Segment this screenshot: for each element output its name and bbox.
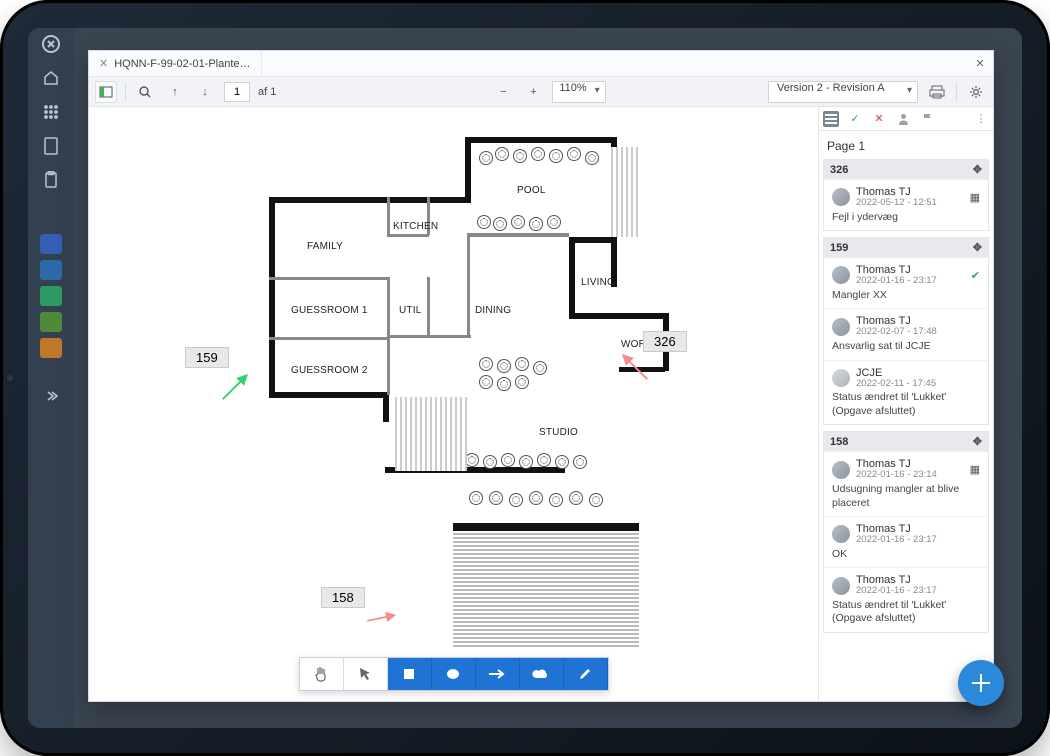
room-guest1: GUESSROOM 1 [291,305,368,316]
rail-module-5[interactable] [40,338,62,358]
tablet-frame: ✕ HQNN-F-99-02-01-Plante… ✕ ↑ ↓ af 1 − +… [0,0,1050,756]
tab-title: HQNN-F-99-02-01-Plante… [114,58,250,70]
calendar-icon: ▦ [970,191,980,204]
arrow-red2-icon [365,601,399,635]
window-close-icon[interactable]: ✕ [967,51,993,76]
room-pool: POOL [517,185,546,196]
rail-expand-icon[interactable] [41,386,61,406]
room-util: UTIL [399,305,421,316]
room-dining: DINING [475,305,511,316]
rail-module-4[interactable] [40,312,62,332]
avatar [832,188,850,206]
avatar [832,461,850,479]
page-down-icon[interactable]: ↓ [194,81,216,103]
filter-rejected-icon[interactable]: ✕ [871,111,887,127]
annotation-158[interactable]: 158✥ Thomas TJ2022-01-16 - 23:14▦ Udsugn… [823,431,989,633]
tool-rectangle[interactable] [388,658,432,690]
avatar [832,318,850,336]
move-icon[interactable]: ✥ [973,241,982,254]
drawing-canvas[interactable]: FAMILY KITCHEN POOL GUESSROOM 1 GUESSROO… [89,107,818,701]
room-guest2: GUESSROOM 2 [291,365,368,376]
room-kitchen: KITCHEN [393,221,438,232]
tab-bar: ✕ HQNN-F-99-02-01-Plante… ✕ [89,51,993,77]
annotation-tool-dock [299,657,609,691]
arrow-red-icon [617,349,651,383]
arrow-green-icon [219,369,253,403]
marker-158[interactable]: 158 [321,587,365,608]
annotation-159[interactable]: 159✥ Thomas TJ2022-01-16 - 23:17✔ Mangle… [823,237,989,425]
panel-menu-icon[interactable]: ⋮ [973,111,989,127]
sidebar-toggle-button[interactable] [95,81,117,103]
filter-done-icon[interactable]: ✓ [847,111,863,127]
avatar [832,266,850,284]
tablet-screen: ✕ HQNN-F-99-02-01-Plante… ✕ ↑ ↓ af 1 − +… [28,28,1022,728]
rail-logo-icon[interactable] [41,34,61,54]
tool-pan[interactable] [300,658,344,690]
version-select[interactable]: Version 2 - Revision A [768,81,918,103]
tool-ellipse[interactable] [432,658,476,690]
tool-arrow[interactable] [476,658,520,690]
tool-select[interactable] [344,658,388,690]
annotation-326[interactable]: 326✥ Thomas TJ2022-05-12 - 12:51▦ Fejl i… [823,159,989,231]
filter-flag-icon[interactable] [919,111,935,127]
rail-module-1[interactable] [40,234,62,254]
page-of-label: af 1 [258,86,276,98]
fab-add-button[interactable] [958,660,1004,706]
page-number-input[interactable] [224,82,250,102]
tool-cloud[interactable] [520,658,564,690]
search-icon[interactable] [134,81,156,103]
rail-clipboard-icon[interactable] [41,170,61,190]
tab-close-icon[interactable]: ✕ [99,57,108,70]
page-heading: Page 1 [821,135,991,159]
rail-home-icon[interactable] [41,68,61,88]
calendar-icon: ▦ [970,463,980,476]
document-window: ✕ HQNN-F-99-02-01-Plante… ✕ ↑ ↓ af 1 − +… [88,50,994,702]
rail-grid-icon[interactable] [41,102,61,122]
room-studio: STUDIO [539,427,578,438]
filter-user-icon[interactable] [895,111,911,127]
avatar [832,525,850,543]
marker-159[interactable]: 159 [185,347,229,368]
check-icon: ✔ [971,269,980,282]
gear-icon[interactable] [965,81,987,103]
move-icon[interactable]: ✥ [973,435,982,448]
room-family: FAMILY [307,241,343,252]
floor-plan: FAMILY KITCHEN POOL GUESSROOM 1 GUESSROO… [269,137,669,697]
tool-pencil[interactable] [564,658,608,690]
room-living: LIVING [581,277,615,288]
app-rail [28,28,74,728]
document-tab[interactable]: ✕ HQNN-F-99-02-01-Plante… [89,51,262,76]
rail-module-3[interactable] [40,286,62,306]
annotations-filter-bar: ✓ ✕ ⋮ [819,107,993,131]
zoom-out-button[interactable]: − [492,81,514,103]
rail-module-2[interactable] [40,260,62,280]
print-icon[interactable] [926,81,948,103]
zoom-in-button[interactable]: + [522,81,544,103]
avatar [832,577,850,595]
move-icon[interactable]: ✥ [973,163,982,176]
annotations-list[interactable]: Page 1 326✥ Thomas TJ2022-05-12 - 12:51▦… [819,131,993,701]
zoom-select[interactable]: 110% [552,81,605,103]
annotations-panel: ✓ ✕ ⋮ Page 1 326✥ Thomas TJ2022 [818,107,993,701]
rail-doc-icon[interactable] [41,136,61,156]
page-up-icon[interactable]: ↑ [164,81,186,103]
toolbar: ↑ ↓ af 1 − + 110% Version 2 - Revision A [89,77,993,107]
avatar [832,369,850,387]
filter-list-icon[interactable] [823,111,839,127]
